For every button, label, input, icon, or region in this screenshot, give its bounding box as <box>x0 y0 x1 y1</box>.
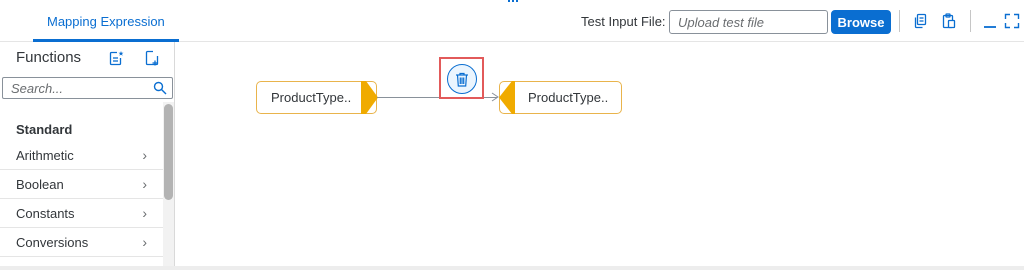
target-port[interactable] <box>499 81 515 114</box>
function-category-list: Arithmetic › Boolean › Constants › Conve… <box>0 141 163 257</box>
browse-button[interactable]: Browse <box>831 10 891 34</box>
toolbar-divider <box>970 10 971 32</box>
list-item[interactable]: Conversions › <box>0 228 163 257</box>
trash-icon <box>456 72 468 87</box>
new-function-icon[interactable] <box>142 48 162 68</box>
list-item-label: Constants <box>16 205 75 221</box>
category-title: Standard <box>16 122 73 137</box>
upload-test-file-field[interactable] <box>669 10 828 34</box>
list-item[interactable]: Boolean › <box>0 170 163 199</box>
fullscreen-icon[interactable] <box>1002 11 1022 31</box>
mapping-canvas[interactable] <box>176 42 1024 266</box>
test-input-label: Test Input File: <box>581 14 666 29</box>
scrollbar[interactable] <box>163 102 174 266</box>
chevron-right-icon: › <box>142 205 147 221</box>
tab-mapping-expression[interactable]: Mapping Expression <box>33 0 179 42</box>
list-item-label: Arithmetic <box>16 147 74 163</box>
copy-icon[interactable] <box>910 11 930 31</box>
chevron-right-icon: › <box>142 176 147 192</box>
search-input[interactable] <box>3 78 151 98</box>
functions-title: Functions <box>16 49 82 66</box>
source-port[interactable] <box>361 81 378 114</box>
delete-connection-button[interactable] <box>447 64 477 94</box>
toolbar-divider <box>899 10 900 32</box>
source-node-label: ProductType.. <box>271 90 352 105</box>
list-item-label: Conversions <box>16 234 89 250</box>
tab-label: Mapping Expression <box>47 13 165 29</box>
list-item[interactable]: Constants › <box>0 199 163 228</box>
resize-grip[interactable] <box>508 0 520 3</box>
search-icon[interactable] <box>153 81 167 95</box>
add-function-icon[interactable] <box>106 48 126 68</box>
list-item-label: Boolean <box>16 176 64 192</box>
footer-strip <box>0 266 1024 270</box>
target-node[interactable]: ProductType.. <box>499 81 622 114</box>
chevron-right-icon: › <box>142 147 147 163</box>
chevron-right-icon: › <box>142 234 147 250</box>
source-node[interactable]: ProductType.. <box>256 81 377 114</box>
header-toolbar: Mapping Expression Test Input File: Brow… <box>0 0 1024 42</box>
list-item[interactable]: Arithmetic › <box>0 141 163 170</box>
functions-panel: Functions Standard Arithmetic › Boolean <box>0 42 175 266</box>
target-node-label: ProductType.. <box>528 90 609 105</box>
minimize-icon[interactable] <box>980 11 1000 31</box>
function-search[interactable] <box>2 77 173 99</box>
paste-icon[interactable] <box>939 11 959 31</box>
scroll-thumb[interactable] <box>164 104 173 200</box>
